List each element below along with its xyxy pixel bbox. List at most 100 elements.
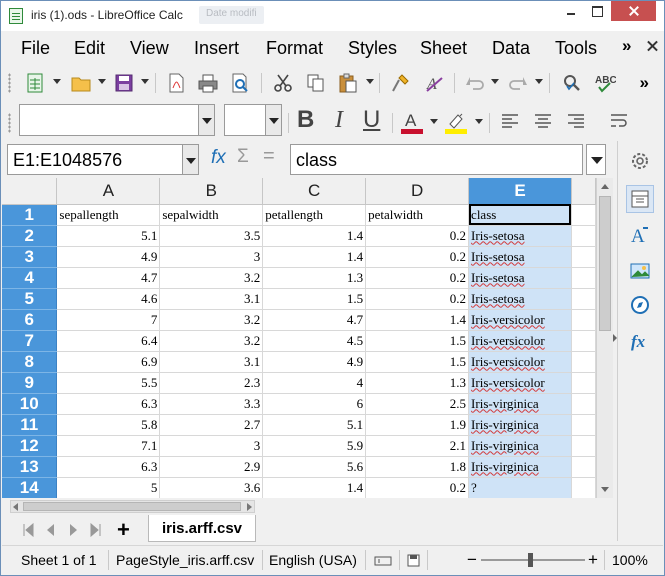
maximize-button[interactable] (584, 1, 610, 21)
empty-cell[interactable] (571, 372, 596, 394)
empty-cell[interactable] (571, 435, 596, 457)
cell[interactable]: 3.6 (159, 477, 264, 498)
page-style-status[interactable]: PageStyle_iris.arff.csv (116, 552, 254, 568)
clone-formatting-icon[interactable] (387, 69, 415, 97)
cell[interactable]: 1.4 (365, 309, 470, 331)
formula-icon[interactable]: = (263, 145, 275, 168)
highlight-dropdown-arrow[interactable] (475, 117, 483, 125)
row-header[interactable]: 4 (2, 267, 58, 289)
name-box-dropdown-arrow[interactable] (182, 145, 198, 174)
cell[interactable]: 6 (262, 393, 367, 415)
cell[interactable]: 1.8 (365, 456, 470, 478)
cell[interactable]: 2.5 (365, 393, 470, 415)
scroll-down-icon[interactable] (597, 481, 614, 498)
cell[interactable]: petalwidth (365, 204, 470, 226)
empty-cell[interactable] (571, 246, 596, 268)
undo-icon[interactable] (461, 69, 489, 97)
formula-input[interactable]: class (290, 144, 583, 175)
cell[interactable]: Iris-virginica (468, 414, 572, 436)
column-header-b[interactable]: B (159, 178, 264, 205)
cell[interactable]: 5.6 (262, 456, 367, 478)
redo-icon[interactable] (504, 69, 532, 97)
menu-view[interactable]: View (130, 38, 169, 59)
empty-cell[interactable] (571, 351, 596, 373)
paste-dropdown-arrow[interactable] (366, 77, 374, 85)
cell[interactable]: Iris-versicolor (468, 372, 572, 394)
column-header-f[interactable] (571, 178, 596, 205)
cell[interactable]: 7 (56, 309, 161, 331)
horizontal-scroll-thumb[interactable] (23, 502, 241, 511)
cell[interactable]: Iris-virginica (468, 393, 572, 415)
empty-cell[interactable] (571, 225, 596, 247)
save-dropdown-arrow[interactable] (141, 77, 149, 85)
font-color-dropdown-arrow[interactable] (430, 117, 438, 125)
cell[interactable]: 6.9 (56, 351, 161, 373)
cell[interactable]: 4.7 (56, 267, 161, 289)
row-header[interactable]: 9 (2, 372, 58, 394)
sheet-position-status[interactable]: Sheet 1 of 1 (21, 552, 97, 568)
zoom-slider-knob[interactable] (528, 553, 533, 567)
cell[interactable]: 3.2 (159, 267, 264, 289)
font-name-combobox[interactable] (19, 104, 215, 136)
font-name-dropdown-arrow[interactable] (198, 105, 214, 135)
row-header[interactable]: 13 (2, 456, 58, 478)
cell[interactable]: 4.6 (56, 288, 161, 310)
cell[interactable]: 4.9 (262, 351, 367, 373)
cell[interactable]: 1.4 (262, 246, 367, 268)
properties-gear-icon[interactable] (626, 147, 654, 175)
row-header[interactable]: 5 (2, 288, 58, 310)
minimize-button[interactable] (558, 1, 585, 21)
cell[interactable]: 3.3 (159, 393, 264, 415)
italic-button[interactable]: I (335, 106, 343, 134)
find-replace-icon[interactable] (558, 69, 586, 97)
cell[interactable]: 6.4 (56, 330, 161, 352)
menu-format[interactable]: Format (266, 38, 323, 59)
menu-sheet[interactable]: Sheet (420, 38, 467, 59)
row-header[interactable]: 10 (2, 393, 58, 415)
cell[interactable]: Iris-virginica (468, 456, 572, 478)
empty-cell[interactable] (571, 414, 596, 436)
menu-styles[interactable]: Styles (348, 38, 397, 59)
sidebar-collapse-handle[interactable] (613, 331, 618, 345)
cell[interactable]: 3.5 (159, 225, 264, 247)
row-header[interactable]: 8 (2, 351, 58, 373)
cell[interactable]: sepalwidth (159, 204, 264, 226)
cell[interactable]: petallength (262, 204, 367, 226)
cell[interactable]: 5.1 (56, 225, 161, 247)
horizontal-scrollbar[interactable] (10, 500, 255, 513)
styles-icon[interactable]: A (626, 221, 654, 249)
cell[interactable]: 1.4 (262, 477, 367, 498)
empty-cell[interactable] (571, 456, 596, 478)
spelling-icon[interactable]: ABC (591, 69, 619, 97)
sum-icon[interactable]: Σ (237, 146, 249, 168)
column-header-a[interactable]: A (56, 178, 161, 205)
cell[interactable]: 3.1 (159, 351, 264, 373)
selection-mode-icon[interactable] (374, 555, 392, 567)
cell[interactable]: Iris-setosa (468, 246, 572, 268)
cell[interactable]: 2.9 (159, 456, 264, 478)
cut-icon[interactable] (269, 69, 297, 97)
empty-cell[interactable] (571, 477, 596, 498)
sheet-tab-iris[interactable]: iris.arff.csv (148, 515, 256, 542)
row-header[interactable]: 14 (2, 477, 58, 498)
expand-formula-bar-button[interactable] (586, 144, 606, 175)
menu-tools[interactable]: Tools (555, 38, 597, 59)
cell[interactable]: 1.3 (262, 267, 367, 289)
print-preview-icon[interactable] (226, 69, 254, 97)
cell[interactable]: Iris-versicolor (468, 351, 572, 373)
cell[interactable]: 4.9 (56, 246, 161, 268)
function-wizard-icon[interactable]: fx (211, 147, 226, 169)
wrap-text-icon[interactable] (605, 107, 633, 135)
redo-dropdown-arrow[interactable] (535, 77, 543, 85)
cell[interactable]: 1.4 (262, 225, 367, 247)
cell[interactable]: Iris-versicolor (468, 330, 572, 352)
add-sheet-button[interactable]: + (117, 517, 130, 543)
cell[interactable]: Iris-versicolor (468, 309, 572, 331)
language-status[interactable]: English (USA) (269, 552, 357, 568)
row-header[interactable]: 12 (2, 435, 58, 457)
open-folder-icon[interactable] (67, 69, 95, 97)
font-size-combobox[interactable] (224, 104, 282, 136)
select-all-corner[interactable] (2, 178, 58, 205)
column-header-d[interactable]: D (365, 178, 470, 205)
scroll-up-icon[interactable] (597, 178, 614, 195)
